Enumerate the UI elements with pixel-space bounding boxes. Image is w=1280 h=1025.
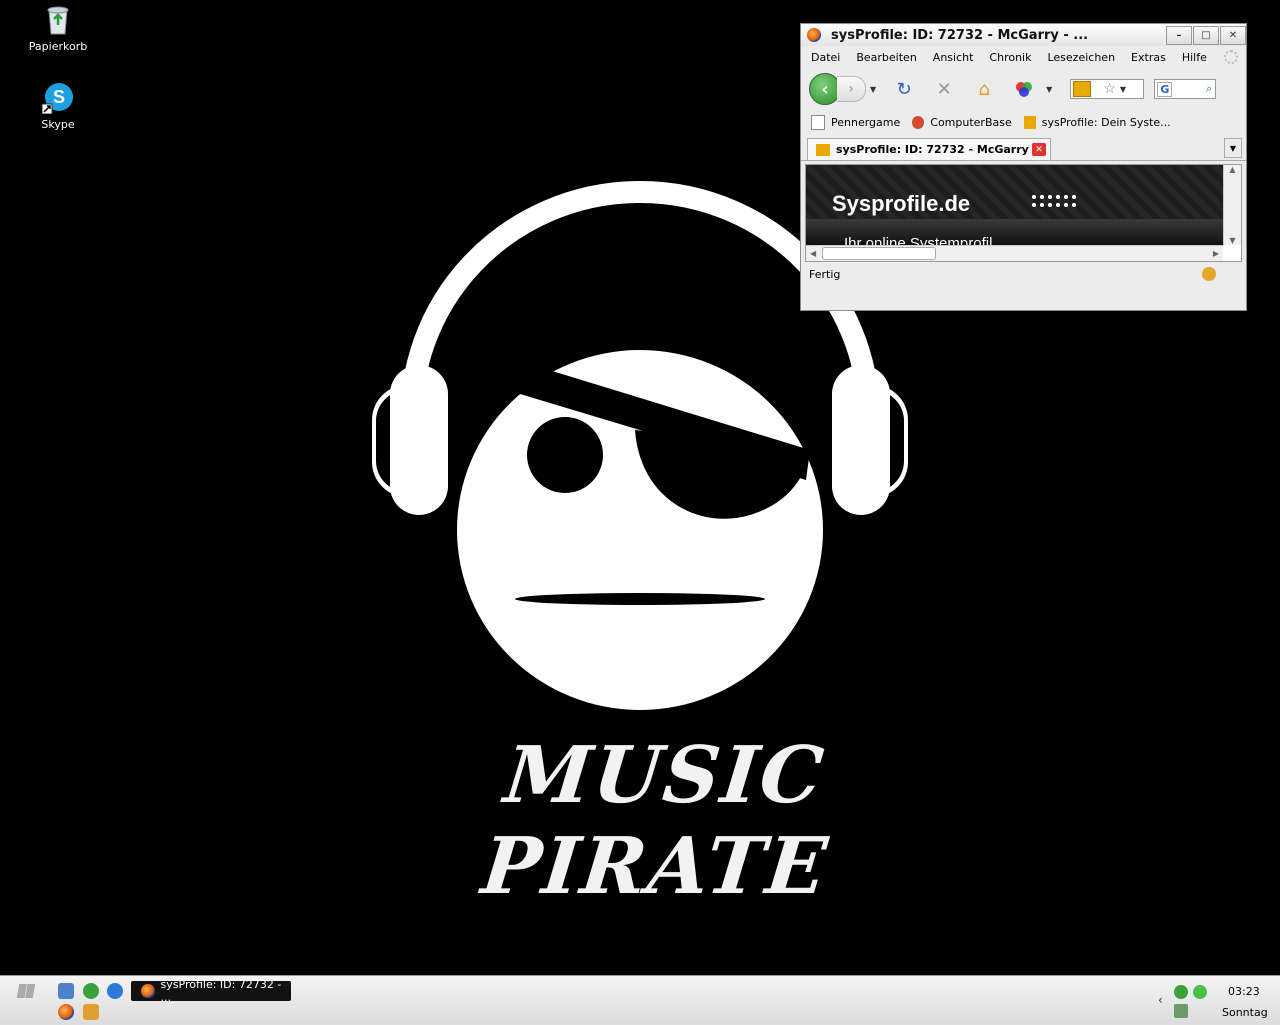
bookmarks-toolbar: Pennergame ComputerBase sysProfile: Dein… bbox=[801, 110, 1246, 134]
scroll-right-icon[interactable]: ▶ bbox=[1213, 249, 1219, 258]
site-subtitle: Ihr online Systemprofil bbox=[844, 235, 993, 245]
internet-explorer-icon[interactable] bbox=[107, 983, 123, 999]
firefox-icon bbox=[807, 28, 821, 42]
taskbar-button-browser[interactable]: sysProfile: ID: 72732 - ... bbox=[131, 978, 291, 1004]
reload-icon[interactable]: ↻ bbox=[892, 77, 916, 101]
site-favicon-icon bbox=[1073, 81, 1092, 97]
menu-ansicht[interactable]: Ansicht bbox=[933, 51, 974, 64]
menu-datei[interactable]: Datei bbox=[811, 51, 840, 64]
tab-close-icon[interactable]: ✕ bbox=[1032, 143, 1046, 156]
bookmark-computerbase[interactable]: ComputerBase bbox=[912, 115, 1012, 129]
addon-rgb-icon[interactable] bbox=[1012, 77, 1036, 101]
search-icon[interactable]: ⌕ bbox=[1206, 82, 1212, 96]
addon-dropdown-icon[interactable]: ▼ bbox=[1046, 85, 1052, 94]
window-title: sysProfile: ID: 72732 - McGarry - ... bbox=[831, 27, 1089, 43]
logo-dots bbox=[1030, 193, 1078, 211]
tray-check-icon[interactable] bbox=[1193, 985, 1207, 999]
desktop-icon-skype[interactable]: S Skype bbox=[18, 82, 98, 131]
computerbase-icon bbox=[912, 115, 925, 129]
close-button[interactable]: ✕ bbox=[1220, 25, 1246, 45]
menu-lesezeichen[interactable]: Lesezeichen bbox=[1047, 51, 1115, 64]
sysprofile-banner: Sysprofile.de Ihr online Systemprofil bbox=[806, 165, 1223, 245]
menu-hilfe[interactable]: Hilfe bbox=[1182, 51, 1207, 64]
window-titlebar[interactable]: sysProfile: ID: 72732 - McGarry - ... – … bbox=[801, 24, 1246, 46]
page-icon bbox=[811, 114, 825, 130]
skype-icon: S bbox=[41, 82, 74, 115]
search-bar[interactable]: G ⌕ bbox=[1154, 79, 1217, 99]
clock-time[interactable]: 03:23 bbox=[1228, 985, 1260, 998]
tray-clover-icon[interactable] bbox=[1174, 985, 1188, 999]
desktop-icon-label: Papierkorb bbox=[28, 40, 88, 53]
maximize-button[interactable]: □ bbox=[1193, 25, 1219, 45]
browser-window[interactable]: sysProfile: ID: 72732 - McGarry - ... – … bbox=[800, 23, 1247, 311]
addon-status-icon[interactable] bbox=[1202, 267, 1216, 281]
quicklaunch-clover-icon[interactable] bbox=[83, 983, 99, 999]
taskbar-button-label: sysProfile: ID: 72732 - ... bbox=[160, 978, 282, 1004]
show-desktop-icon[interactable] bbox=[58, 983, 74, 999]
url-dropdown-icon[interactable]: ▼ bbox=[1120, 85, 1126, 94]
page-content[interactable]: Sysprofile.de Ihr online Systemprofil ▲ … bbox=[805, 164, 1242, 262]
throbber-icon bbox=[1224, 50, 1238, 64]
bookmark-label: ComputerBase bbox=[930, 115, 1012, 129]
stop-icon[interactable]: ✕ bbox=[932, 77, 956, 101]
vertical-scrollbar[interactable]: ▲ ▼ bbox=[1223, 165, 1241, 245]
bookmark-pennergame[interactable]: Pennergame bbox=[811, 114, 901, 130]
quicklaunch-ticket-icon[interactable] bbox=[83, 1004, 99, 1020]
svg-text:S: S bbox=[53, 87, 65, 107]
tab-list-dropdown-icon[interactable]: ▼ bbox=[1224, 138, 1242, 158]
minimize-button[interactable]: – bbox=[1166, 25, 1192, 45]
firefox-quicklaunch-icon[interactable] bbox=[58, 1004, 74, 1020]
tab-bar: sysProfile: ID: 72732 - McGarry ✕ ▼ bbox=[801, 134, 1246, 161]
menu-chronik[interactable]: Chronik bbox=[989, 51, 1031, 64]
menu-bearbeiten[interactable]: Bearbeiten bbox=[856, 51, 916, 64]
scroll-left-icon[interactable]: ◀ bbox=[810, 249, 816, 258]
history-dropdown-icon[interactable]: ▼ bbox=[870, 85, 876, 94]
bookmark-label: sysProfile: Dein Syste... bbox=[1041, 115, 1171, 129]
tray-expand-icon[interactable]: ‹ bbox=[1158, 993, 1163, 1007]
sysprofile-icon bbox=[1023, 115, 1036, 129]
bookmark-label: Pennergame bbox=[831, 115, 901, 129]
home-icon[interactable]: ⌂ bbox=[972, 77, 996, 101]
scroll-down-icon[interactable]: ▼ bbox=[1229, 236, 1235, 245]
desktop-icon-recycle-bin[interactable]: Papierkorb bbox=[18, 4, 98, 53]
start-button-icon[interactable] bbox=[16, 984, 36, 998]
menu-bar: Datei Bearbeiten Ansicht Chronik Lesezei… bbox=[801, 46, 1246, 68]
tray-network-icon[interactable] bbox=[1174, 1004, 1188, 1018]
star-icon[interactable]: ☆ bbox=[1103, 81, 1116, 97]
menu-extras[interactable]: Extras bbox=[1131, 51, 1166, 64]
google-icon[interactable]: G bbox=[1157, 81, 1173, 97]
status-text: Fertig bbox=[809, 267, 841, 281]
navigation-toolbar: ‹ › ▼ ↻ ✕ ⌂ ▼ ☆ ▼ G ⌕ bbox=[801, 68, 1246, 110]
forward-button[interactable]: › bbox=[837, 76, 866, 102]
horizontal-scrollbar[interactable]: ◀ ▶ bbox=[806, 245, 1223, 261]
clock-day: Sonntag bbox=[1222, 1006, 1268, 1019]
status-bar: Fertig bbox=[801, 262, 1246, 286]
bookmark-sysprofile[interactable]: sysProfile: Dein Syste... bbox=[1023, 115, 1171, 129]
desktop-icon-label: Skype bbox=[41, 118, 75, 131]
tab-favicon-icon bbox=[816, 143, 830, 156]
recycle-bin-icon bbox=[42, 4, 74, 36]
firefox-icon bbox=[141, 984, 155, 998]
scroll-up-icon[interactable]: ▲ bbox=[1229, 165, 1235, 174]
tab-sysprofile[interactable]: sysProfile: ID: 72732 - McGarry ✕ bbox=[807, 138, 1051, 160]
scroll-thumb[interactable] bbox=[822, 247, 937, 260]
site-logo: Sysprofile.de bbox=[832, 191, 971, 216]
tab-title: sysProfile: ID: 72732 - McGarry bbox=[836, 143, 1029, 156]
url-bar[interactable]: ☆ ▼ bbox=[1070, 79, 1145, 99]
taskbar: sysProfile: ID: 72732 - ... ‹ 03:23 Sonn… bbox=[0, 975, 1280, 1025]
wallpaper-title: MUSIC PIRATE bbox=[477, 730, 833, 912]
